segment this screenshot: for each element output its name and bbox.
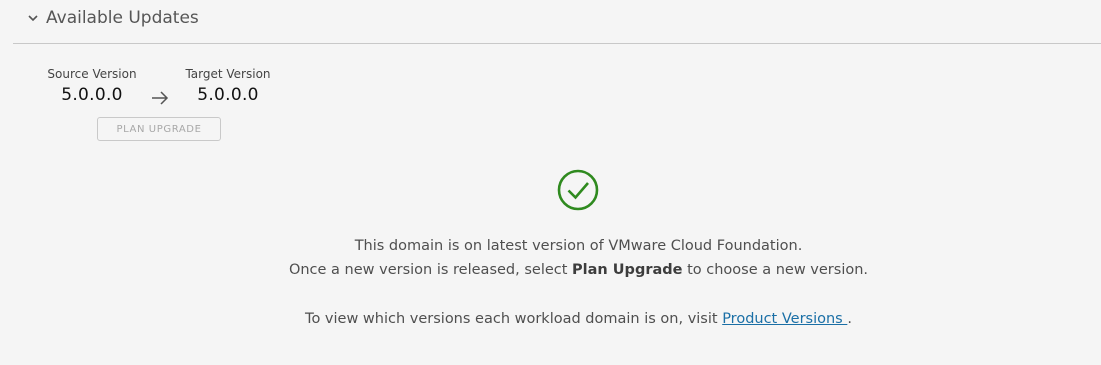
target-version: Target Version 5.0.0.0 [180,67,276,105]
product-versions-link[interactable]: Product Versions [722,311,847,327]
status-message-line3: To view which versions each workload dom… [0,311,1101,327]
source-version-value: 5.0.0.0 [61,85,123,105]
section-title: Available Updates [46,8,199,28]
plan-upgrade-emphasis: Plan Upgrade [572,262,683,278]
line2-prefix: Once a new version is released, select [288,262,573,278]
source-version: Source Version 5.0.0.0 [44,67,140,105]
status-message-line2: Once a new version is released, select P… [0,262,1101,278]
available-updates-toggle[interactable]: Available Updates [26,8,199,28]
plan-upgrade-button[interactable]: PLAN UPGRADE [97,117,221,141]
section-divider [13,43,1101,44]
status-message-line1: This domain is on latest version of VMwa… [354,238,803,254]
target-version-label: Target Version [185,67,271,81]
source-version-label: Source Version [47,67,137,81]
line3-prefix: To view which versions each workload dom… [305,311,723,327]
line3-suffix: . [847,311,852,327]
arrow-right-icon [150,90,170,106]
line2-suffix: to choose a new version. [682,262,869,278]
check-circle-icon [557,169,599,211]
target-version-value: 5.0.0.0 [197,85,259,105]
chevron-down-icon [26,11,40,25]
